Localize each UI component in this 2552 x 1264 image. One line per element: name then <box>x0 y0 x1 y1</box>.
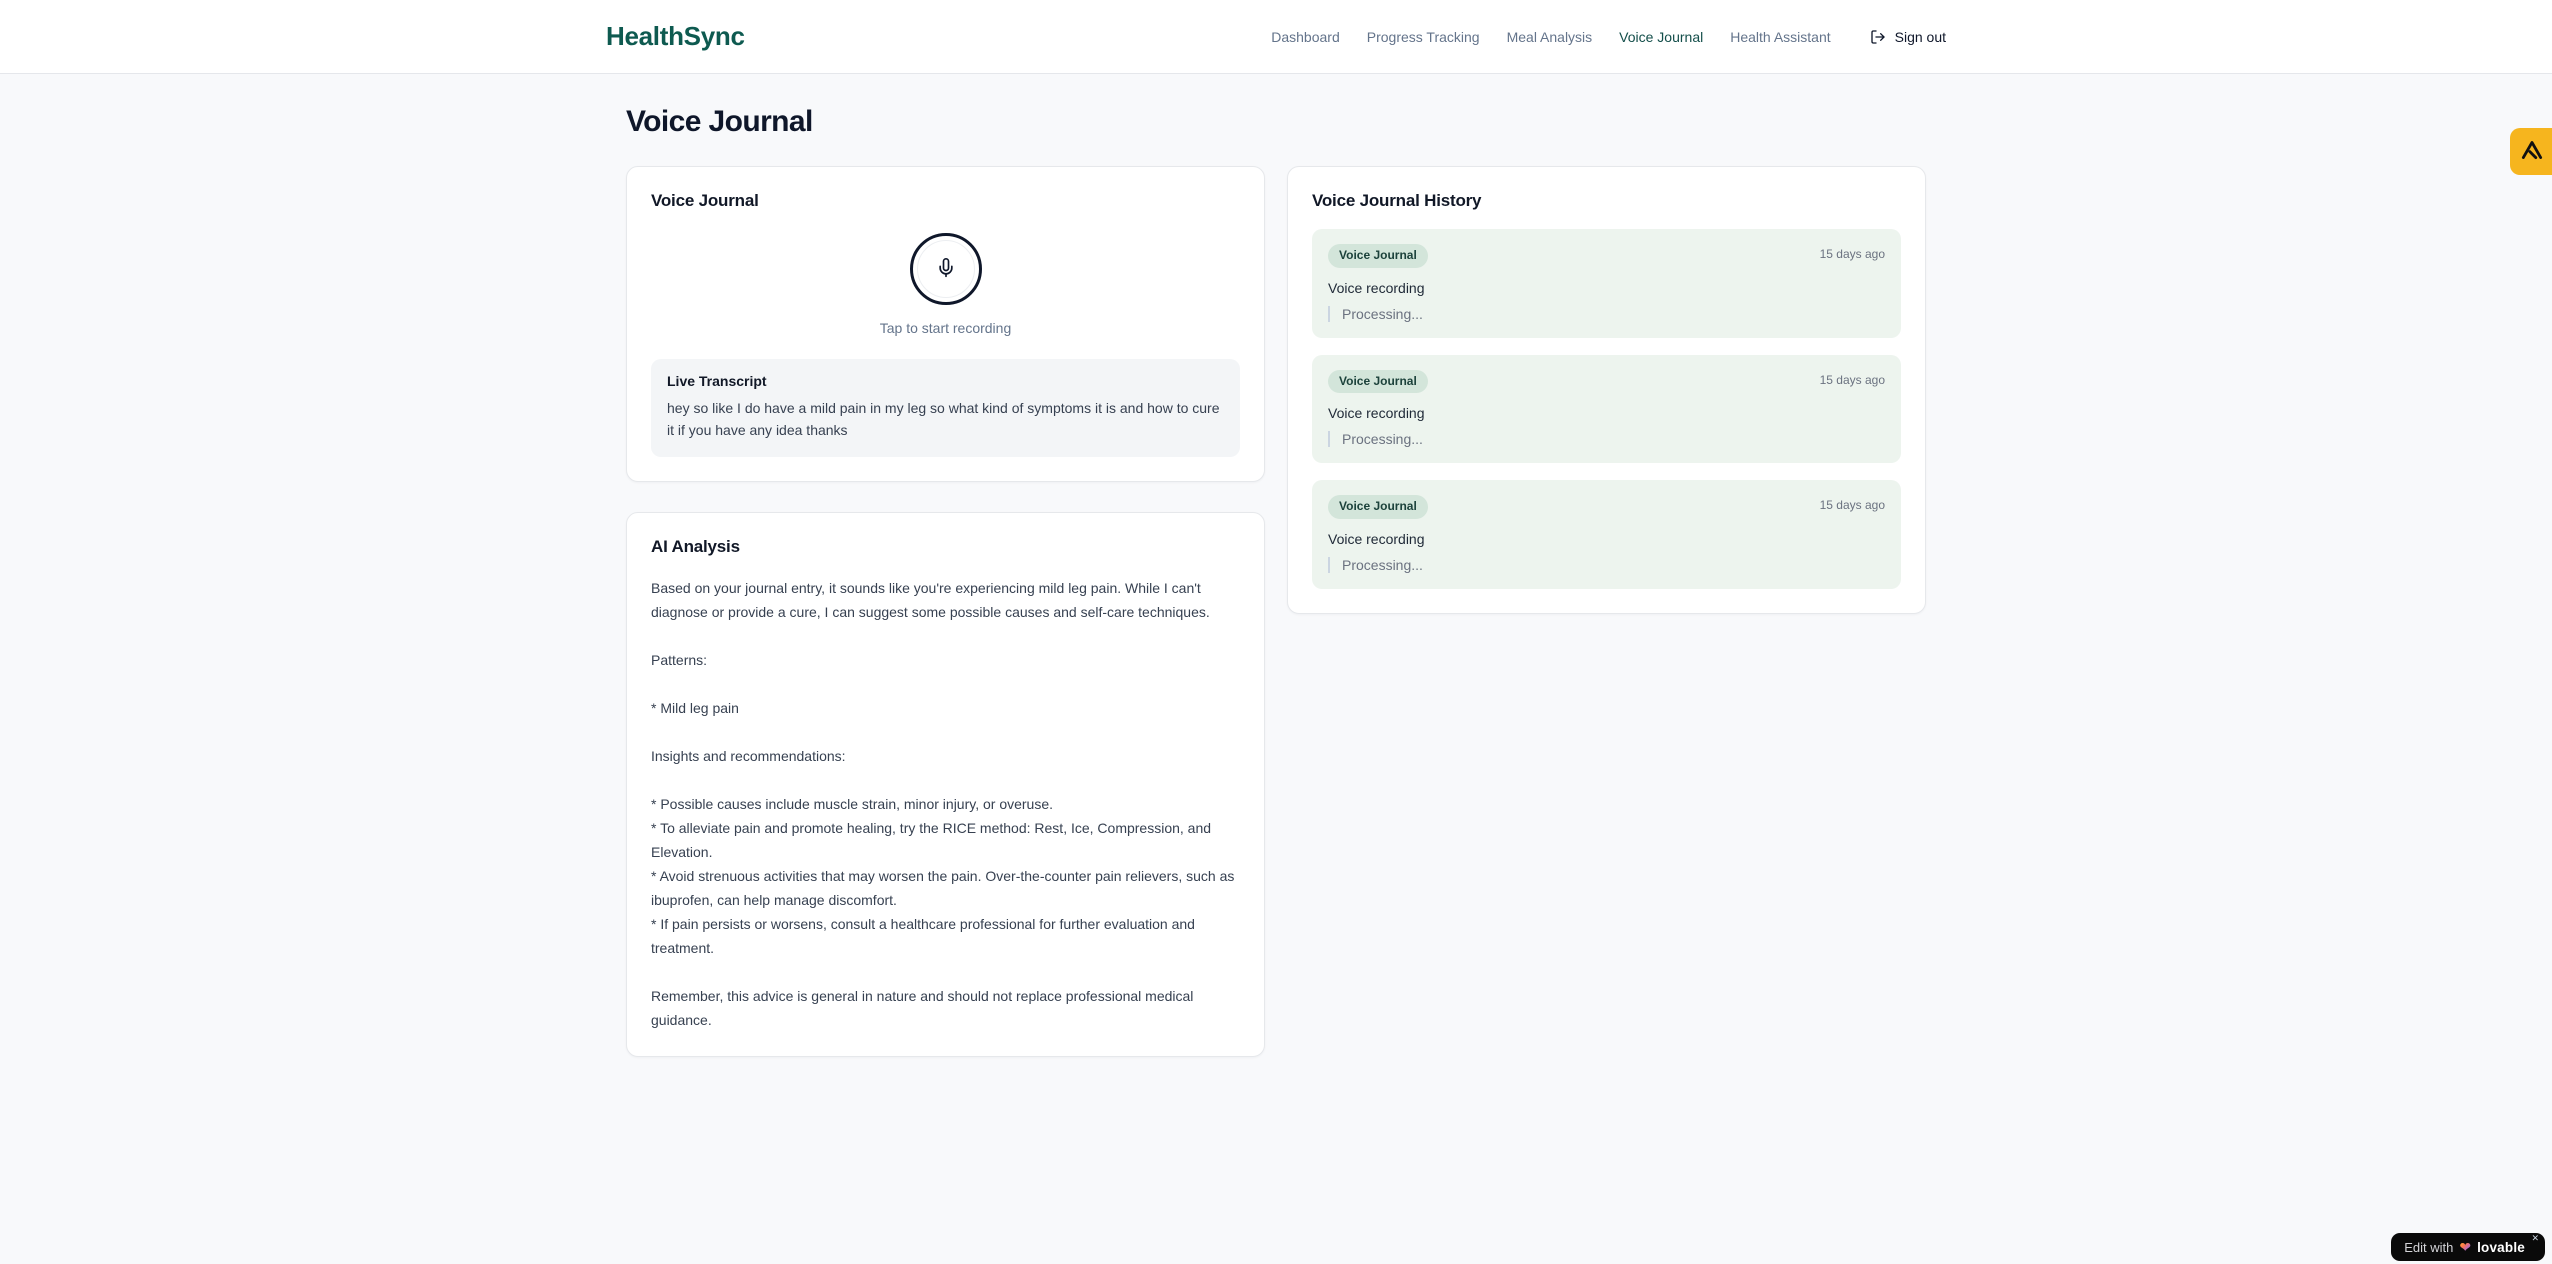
voice-recorder-card: Voice Journal Tap to start recording Liv… <box>626 166 1265 483</box>
entry-timestamp: 15 days ago <box>1819 498 1885 513</box>
heart-gradient-icon: ❤ <box>2459 1239 2472 1255</box>
history-entry[interactable]: Voice Journal 15 days ago Voice recordin… <box>1312 354 1901 464</box>
history-entry-header: Voice Journal 15 days ago <box>1328 495 1885 519</box>
nav-item-voice-journal[interactable]: Voice Journal <box>1619 29 1703 45</box>
right-column: Voice Journal History Voice Journal 15 d… <box>1287 166 1926 614</box>
entry-status: Processing... <box>1328 431 1885 448</box>
entry-status: Processing... <box>1328 556 1885 573</box>
record-button-inner-ring <box>916 240 975 298</box>
history-entry[interactable]: Voice Journal 15 days ago Voice recordin… <box>1312 480 1901 589</box>
history-list: Voice Journal 15 days ago Voice recordin… <box>1312 229 1901 589</box>
brand-logo[interactable]: HealthSync <box>606 21 745 52</box>
entry-timestamp: 15 days ago <box>1819 372 1885 387</box>
recorder-area: Tap to start recording Live Transcript h… <box>651 233 1240 458</box>
edit-with-lovable-pill[interactable]: Edit with ❤ lovable ✕ <box>2391 1233 2545 1261</box>
voice-journal-history-card: Voice Journal History Voice Journal 15 d… <box>1287 166 1926 614</box>
entry-title: Voice recording <box>1328 530 1425 547</box>
entry-status: Processing... <box>1328 305 1885 322</box>
entry-timestamp: 15 days ago <box>1819 247 1885 261</box>
entry-type-badge: Voice Journal <box>1328 369 1428 394</box>
nav-item-meal-analysis[interactable]: Meal Analysis <box>1507 29 1593 45</box>
nav-item-dashboard[interactable]: Dashboard <box>1271 29 1340 45</box>
edit-with-label: Edit with <box>2404 1239 2454 1255</box>
nav-item-health-assistant[interactable]: Health Assistant <box>1730 29 1830 45</box>
history-entry-header: Voice Journal 15 days ago <box>1328 369 1885 394</box>
main-nav: Dashboard Progress Tracking Meal Analysi… <box>1271 29 1946 45</box>
lovable-edge-badge[interactable] <box>2510 128 2552 175</box>
entry-title: Voice recording <box>1328 405 1425 422</box>
history-card-title: Voice Journal History <box>1312 191 1482 210</box>
sign-out-button[interactable]: Sign out <box>1870 29 1946 45</box>
record-button[interactable] <box>909 233 982 305</box>
live-transcript-text: hey so like I do have a mild pain in my … <box>667 400 1220 438</box>
entry-type-badge: Voice Journal <box>1328 495 1428 519</box>
recorder-card-title: Voice Journal <box>651 191 759 210</box>
left-column: Voice Journal Tap to start recording Liv… <box>626 166 1265 1058</box>
sign-out-label: Sign out <box>1894 28 1946 45</box>
page-title: Voice Journal <box>626 105 813 138</box>
pill-close-icon[interactable]: ✕ <box>2531 1234 2539 1243</box>
main-content: Voice Journal Voice Journal Tap to start… <box>626 74 1926 1117</box>
ai-analysis-title: AI Analysis <box>651 537 740 557</box>
live-transcript-label: Live Transcript <box>667 373 767 389</box>
tap-to-record-hint: Tap to start recording <box>879 320 1012 336</box>
history-entry[interactable]: Voice Journal 15 days ago Voice recordin… <box>1312 229 1901 338</box>
history-entry-header: Voice Journal 15 days ago <box>1328 244 1885 268</box>
lovable-brand-label: lovable <box>2477 1239 2525 1255</box>
log-out-icon <box>1870 29 1886 45</box>
top-header: HealthSync Dashboard Progress Tracking M… <box>0 0 2552 74</box>
header-container: HealthSync Dashboard Progress Tracking M… <box>602 21 1950 52</box>
nav-item-progress-tracking[interactable]: Progress Tracking <box>1367 29 1480 45</box>
live-transcript-box: Live Transcript hey so like I do have a … <box>651 359 1240 458</box>
ai-analysis-body: Based on your journal entry, it sounds l… <box>651 580 1235 1029</box>
content-grid: Voice Journal Tap to start recording Liv… <box>626 166 1926 1058</box>
entry-title: Voice recording <box>1328 279 1425 296</box>
microphone-icon <box>936 257 956 281</box>
lovable-edge-badge-icon <box>2519 137 2545 166</box>
ai-analysis-card: AI Analysis Based on your journal entry,… <box>626 512 1265 1058</box>
entry-type-badge: Voice Journal <box>1328 244 1428 268</box>
